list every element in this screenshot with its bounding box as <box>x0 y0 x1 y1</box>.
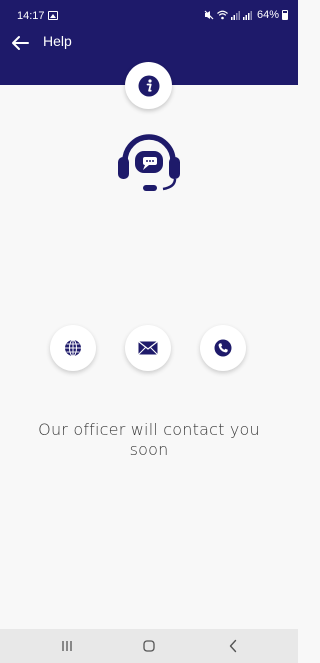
email-button[interactable] <box>125 325 171 371</box>
status-time: 14:17 <box>17 10 45 22</box>
nav-back-icon[interactable] <box>228 639 238 653</box>
wifi-icon <box>217 10 228 20</box>
system-navigation-bar <box>0 629 298 663</box>
page-title: Help <box>43 33 72 49</box>
phone-icon <box>214 339 232 357</box>
globe-icon <box>65 339 81 357</box>
battery-percentage: 64% <box>256 9 279 21</box>
status-indicators: 64% <box>204 9 288 21</box>
battery-icon <box>282 10 288 20</box>
signal-icon-sim1 <box>230 11 240 20</box>
signal-icon-sim2 <box>242 11 252 20</box>
website-button[interactable] <box>50 325 96 371</box>
mute-icon <box>204 10 214 20</box>
contact-message: Our officer will contact you soon <box>38 420 260 459</box>
gallery-notification-icon <box>48 11 58 20</box>
customer-support-headset-icon <box>118 134 180 191</box>
home-icon[interactable] <box>143 640 155 652</box>
recents-icon[interactable] <box>61 640 73 652</box>
status-bar: 14:17 64% <box>0 0 298 28</box>
mail-icon <box>138 341 158 355</box>
info-badge <box>125 62 172 109</box>
info-icon <box>138 75 159 96</box>
back-arrow-icon[interactable] <box>10 34 30 52</box>
call-button[interactable] <box>200 325 246 371</box>
